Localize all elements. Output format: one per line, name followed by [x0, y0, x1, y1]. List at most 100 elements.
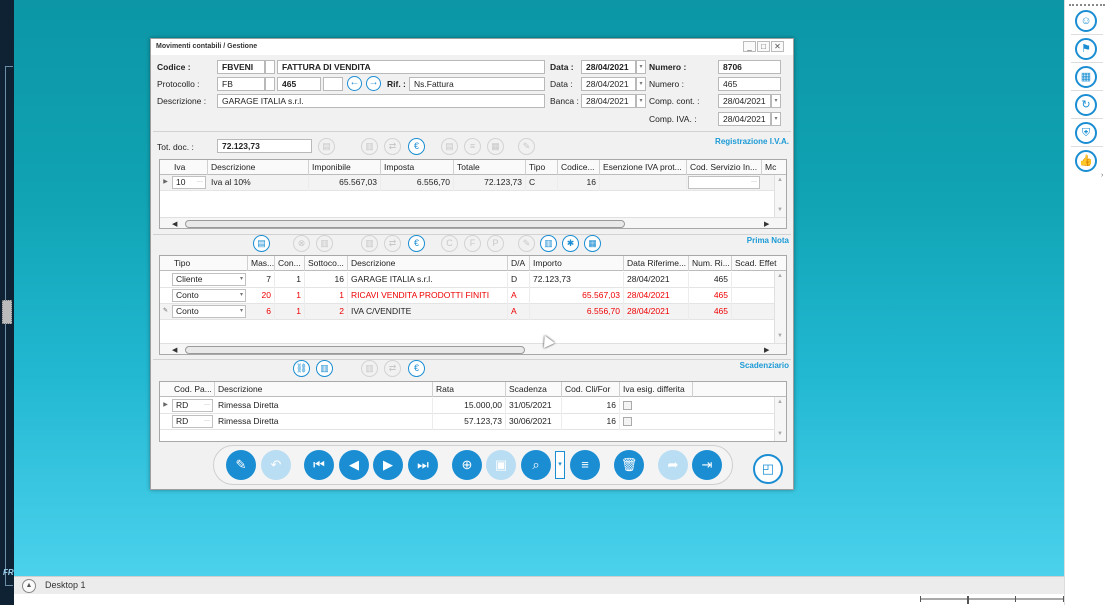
- ellipsis-icon[interactable]: ···: [204, 400, 210, 411]
- protocollo-field[interactable]: FB: [217, 77, 265, 91]
- pn-col-header[interactable]: Data Riferime...: [624, 256, 689, 271]
- comp-cont-dropdown-icon[interactable]: ▾: [771, 94, 781, 108]
- scroll-down-icon[interactable]: ▼: [777, 333, 783, 339]
- pn-col-header[interactable]: Mas...: [248, 256, 275, 271]
- iva-col-header[interactable]: Iva: [171, 160, 208, 175]
- pn-col-header[interactable]: Sottoco...: [305, 256, 348, 271]
- shield-icon[interactable]: ⛨: [1075, 122, 1097, 144]
- pn-col-header[interactable]: Scad. Effet: [732, 256, 786, 271]
- pn-col-header[interactable]: Descrizione: [348, 256, 508, 271]
- iva-col-header[interactable]: Imposta: [381, 160, 454, 175]
- iva-vertical-scrollbar[interactable]: ▲ ▼: [774, 175, 786, 218]
- next-record-button[interactable]: ▶: [373, 450, 403, 480]
- desktop-menu-button[interactable]: ▲: [22, 579, 36, 593]
- scad-col-header[interactable]: Cod. Cli/For: [562, 382, 620, 397]
- scroll-down-icon[interactable]: ▼: [777, 207, 783, 213]
- euro-icon[interactable]: €: [408, 360, 425, 377]
- pin-icon[interactable]: ✱: [562, 235, 579, 252]
- iva-code-field[interactable]: 10 ···: [172, 176, 206, 189]
- scroll-up-icon[interactable]: ▲: [777, 177, 783, 183]
- protocollo-lookup-button[interactable]: [265, 77, 275, 91]
- scad-col-header[interactable]: Scadenza: [506, 382, 562, 397]
- arrow-right-icon[interactable]: →: [366, 76, 381, 91]
- search-options-dropdown[interactable]: ▾: [555, 451, 565, 479]
- prima-nota-row[interactable]: Cliente ▾ 7 1 16 GARAGE ITALIA s.r.l. D 7…: [160, 272, 776, 288]
- link-icon[interactable]: ⛓: [293, 360, 310, 377]
- chevron-down-icon[interactable]: ▾: [240, 274, 243, 285]
- close-button[interactable]: ✕: [771, 41, 784, 52]
- scad-col-header[interactable]: Cod. Pa...: [171, 382, 215, 397]
- numero-field[interactable]: 8706: [718, 60, 781, 74]
- flag-icon[interactable]: ⚑: [1075, 38, 1097, 60]
- data-field[interactable]: 28/04/2021: [581, 60, 636, 74]
- exit-button[interactable]: ⇥: [692, 450, 722, 480]
- sidebar-expand-icon[interactable]: ›: [1101, 172, 1103, 179]
- iva-col-header[interactable]: Totale: [454, 160, 526, 175]
- descrizione-field[interactable]: GARAGE ITALIA s.r.l.: [217, 94, 545, 108]
- ellipsis-icon[interactable]: ···: [197, 177, 203, 188]
- scroll-right-icon[interactable]: ▶: [764, 346, 769, 354]
- scad-col-header[interactable]: Iva esig. differita: [620, 382, 693, 397]
- new-document-button[interactable]: ⊕: [452, 450, 482, 480]
- scroll-left-icon[interactable]: ◀: [172, 346, 177, 354]
- data-doc-dropdown-icon[interactable]: ▾: [636, 77, 646, 91]
- pn-horizontal-scrollbar[interactable]: ◀ ▶: [160, 343, 786, 354]
- banca-dropdown-icon[interactable]: ▾: [636, 94, 646, 108]
- prima-nota-row[interactable]: Conto ▾ 20 1 1 RICAVI VENDITA PRODOTTI FI…: [160, 288, 776, 304]
- scroll-thumb[interactable]: [185, 346, 525, 354]
- pn-col-header[interactable]: Importo: [530, 256, 624, 271]
- ellipsis-icon[interactable]: ···: [204, 416, 210, 427]
- scroll-left-icon[interactable]: ◀: [172, 220, 177, 228]
- iva-col-header[interactable]: Codice...: [558, 160, 600, 175]
- iva-differita-checkbox[interactable]: [623, 401, 632, 410]
- scroll-down-icon[interactable]: ▼: [777, 431, 783, 437]
- list-view-button[interactable]: ≡: [570, 450, 600, 480]
- pn-tipo-select[interactable]: Cliente ▾: [172, 273, 246, 286]
- iva-col-header[interactable]: Esenzione IVA prot...: [600, 160, 687, 175]
- iva-col-header[interactable]: Tipo: [526, 160, 558, 175]
- maximize-button[interactable]: □: [757, 41, 770, 52]
- scad-col-header[interactable]: Descrizione: [215, 382, 433, 397]
- scroll-right-icon[interactable]: ▶: [764, 220, 769, 228]
- ellipsis-icon[interactable]: ···: [751, 177, 757, 188]
- pn-tipo-select[interactable]: Conto ▾: [172, 289, 246, 302]
- euro-icon[interactable]: €: [408, 138, 425, 155]
- codice-description-field[interactable]: FATTURA DI VENDITA: [277, 60, 545, 74]
- comp-cont-field[interactable]: 28/04/2021: [718, 94, 771, 108]
- scad-row[interactable]: ▶ RD ··· Rimessa Diretta 15.000,00 31/05/…: [160, 398, 776, 414]
- numero-doc-field[interactable]: 465: [718, 77, 781, 91]
- data-dropdown-icon[interactable]: ▾: [636, 60, 646, 74]
- iva-col-header[interactable]: Imponibile: [309, 160, 381, 175]
- banca-field[interactable]: 28/04/2021: [581, 94, 636, 108]
- pn-col-header[interactable]: Con...: [275, 256, 305, 271]
- rif-field[interactable]: Ns.Fattura: [409, 77, 545, 91]
- scad-vertical-scrollbar[interactable]: ▲ ▼: [774, 397, 786, 441]
- sidebar-grip[interactable]: [1069, 4, 1105, 6]
- chevron-down-icon[interactable]: ▾: [240, 306, 243, 317]
- data-doc-field[interactable]: 28/04/2021: [581, 77, 636, 91]
- user-icon[interactable]: ☺: [1075, 10, 1097, 32]
- thumbs-up-icon[interactable]: 👍: [1075, 150, 1097, 172]
- book-open-icon[interactable]: ▥: [540, 235, 557, 252]
- arrow-left-icon[interactable]: ←: [347, 76, 362, 91]
- iva-row[interactable]: ▶ 10 ··· Iva al 10% 65.567,03 6.556,70 72…: [160, 175, 776, 191]
- tot-doc-field[interactable]: 72.123,73: [217, 139, 312, 153]
- prima-nota-row[interactable]: ✎ Conto ▾ 6 1 2 IVA C/VENDITE A 6.556,70 …: [160, 304, 776, 320]
- scad-row[interactable]: RD ··· Rimessa Diretta 57.123,73 30/06/20…: [160, 414, 776, 430]
- minimize-button[interactable]: _: [743, 41, 756, 52]
- document-edit-icon[interactable]: ▤: [253, 235, 270, 252]
- euro-icon[interactable]: €: [408, 235, 425, 252]
- iva-col-header[interactable]: Mc: [762, 160, 786, 175]
- previous-record-button[interactable]: ◀: [339, 450, 369, 480]
- book-icon[interactable]: ▥: [316, 360, 333, 377]
- scad-cod-field[interactable]: RD ···: [172, 399, 213, 412]
- codice-lookup-button[interactable]: [265, 60, 275, 74]
- pn-tipo-select[interactable]: Conto ▾: [172, 305, 246, 318]
- pn-col-header[interactable]: D/A: [508, 256, 530, 271]
- edit-note-button[interactable]: ✎: [226, 450, 256, 480]
- delete-button[interactable]: 🗑: [614, 450, 644, 480]
- pn-col-header[interactable]: Num. Ri...: [689, 256, 732, 271]
- iva-col-header[interactable]: Descrizione: [208, 160, 309, 175]
- calculator-icon[interactable]: ▦: [584, 235, 601, 252]
- protocollo-number-field[interactable]: 465: [277, 77, 321, 91]
